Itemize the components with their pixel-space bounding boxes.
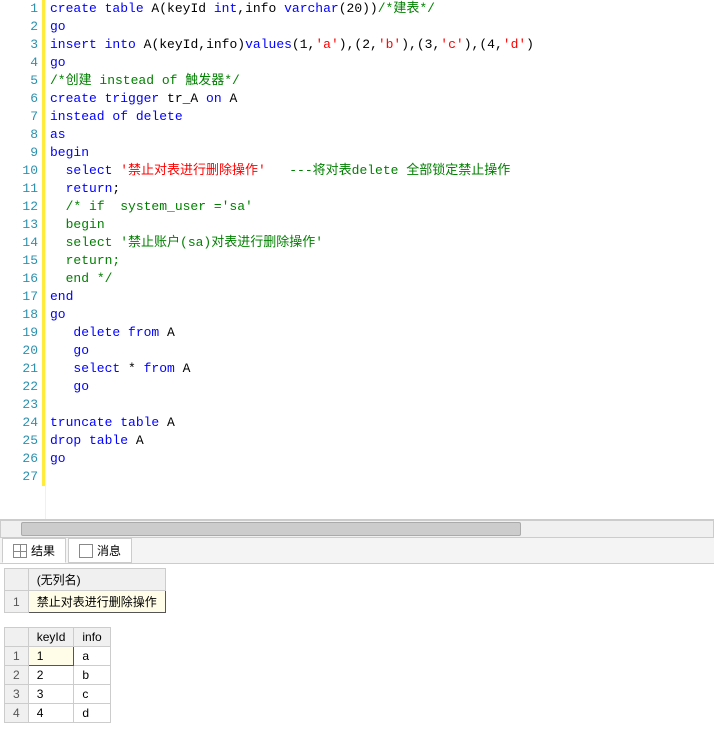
cell-info[interactable]: d (74, 704, 110, 723)
line-number: 19 (0, 324, 45, 342)
line-number: 14 (0, 234, 45, 252)
code-line[interactable] (50, 468, 714, 486)
line-number: 21 (0, 360, 45, 378)
line-number: 6 (0, 90, 45, 108)
row-header-blank (5, 628, 29, 647)
code-line[interactable]: end (50, 288, 714, 306)
code-line[interactable]: as (50, 126, 714, 144)
line-number: 13 (0, 216, 45, 234)
results-tabstrip: 结果 消息 (0, 538, 714, 564)
line-number: 7 (0, 108, 45, 126)
line-number: 3 (0, 36, 45, 54)
code-line[interactable]: truncate table A (50, 414, 714, 432)
result-grid-1[interactable]: (无列名) 1 禁止对表进行删除操作 (4, 568, 166, 613)
line-number-gutter: 1234567891011121314151617181920212223242… (0, 0, 46, 519)
col-header-keyid[interactable]: keyId (28, 628, 74, 647)
line-number: 18 (0, 306, 45, 324)
table-row[interactable]: 33c (5, 685, 111, 704)
cell-keyid[interactable]: 1 (28, 647, 74, 666)
cell-info[interactable]: c (74, 685, 110, 704)
line-number: 23 (0, 396, 45, 414)
code-line[interactable]: go (50, 54, 714, 72)
table-row[interactable]: 44d (5, 704, 111, 723)
code-line[interactable]: end */ (50, 270, 714, 288)
code-line[interactable]: /* if system_user ='sa' (50, 198, 714, 216)
line-number: 22 (0, 378, 45, 396)
code-line[interactable]: select '禁止对表进行删除操作' ---将对表delete 全部锁定禁止操… (50, 162, 714, 180)
line-number: 11 (0, 180, 45, 198)
code-line[interactable]: go (50, 342, 714, 360)
tab-results-label: 结果 (31, 542, 55, 559)
code-line[interactable]: select '禁止账户(sa)对表进行删除操作' (50, 234, 714, 252)
row-header[interactable]: 2 (5, 666, 29, 685)
line-number: 25 (0, 432, 45, 450)
row-header[interactable]: 4 (5, 704, 29, 723)
tab-messages-label: 消息 (97, 542, 121, 559)
horizontal-scrollbar[interactable] (0, 520, 714, 538)
code-line[interactable]: create table A(keyId int,info varchar(20… (50, 0, 714, 18)
col-header-info[interactable]: info (74, 628, 110, 647)
cell-keyid[interactable]: 2 (28, 666, 74, 685)
code-line[interactable]: return; (50, 180, 714, 198)
row-header[interactable]: 3 (5, 685, 29, 704)
line-number: 10 (0, 162, 45, 180)
code-line[interactable]: instead of delete (50, 108, 714, 126)
code-line[interactable]: go (50, 306, 714, 324)
code-line[interactable]: return; (50, 252, 714, 270)
code-line[interactable]: insert into A(keyId,info)values(1,'a'),(… (50, 36, 714, 54)
code-line[interactable]: begin (50, 216, 714, 234)
code-line[interactable]: delete from A (50, 324, 714, 342)
tab-messages[interactable]: 消息 (68, 538, 132, 563)
code-line[interactable] (50, 396, 714, 414)
line-number: 16 (0, 270, 45, 288)
results-pane: (无列名) 1 禁止对表进行删除操作 keyId info 11a22b33c4… (0, 564, 714, 741)
line-number: 24 (0, 414, 45, 432)
result-grid-2[interactable]: keyId info 11a22b33c44d (4, 627, 111, 723)
tab-results[interactable]: 结果 (2, 538, 66, 563)
code-line[interactable]: select * from A (50, 360, 714, 378)
row-header-1[interactable]: 1 (5, 591, 29, 613)
code-content[interactable]: create table A(keyId int,info varchar(20… (46, 0, 714, 519)
col-header-noname[interactable]: (无列名) (28, 569, 165, 591)
line-number: 1 (0, 0, 45, 18)
row-header[interactable]: 1 (5, 647, 29, 666)
code-line[interactable]: drop table A (50, 432, 714, 450)
table-row[interactable]: 11a (5, 647, 111, 666)
line-number: 4 (0, 54, 45, 72)
result1-cell[interactable]: 禁止对表进行删除操作 (28, 591, 165, 613)
line-number: 17 (0, 288, 45, 306)
row-header-blank (5, 569, 29, 591)
cell-keyid[interactable]: 3 (28, 685, 74, 704)
code-line[interactable]: begin (50, 144, 714, 162)
line-number: 5 (0, 72, 45, 90)
cell-info[interactable]: a (74, 647, 110, 666)
line-number: 20 (0, 342, 45, 360)
code-line[interactable]: go (50, 378, 714, 396)
grid-icon (13, 544, 27, 558)
line-number: 9 (0, 144, 45, 162)
code-line[interactable]: go (50, 18, 714, 36)
line-number: 12 (0, 198, 45, 216)
line-number: 8 (0, 126, 45, 144)
cell-keyid[interactable]: 4 (28, 704, 74, 723)
document-icon (79, 544, 93, 558)
line-number: 26 (0, 450, 45, 468)
scrollbar-thumb[interactable] (21, 522, 521, 536)
line-number: 2 (0, 18, 45, 36)
table-row[interactable]: 22b (5, 666, 111, 685)
code-line[interactable]: go (50, 450, 714, 468)
code-line[interactable]: /*创建 instead of 触发器*/ (50, 72, 714, 90)
cell-info[interactable]: b (74, 666, 110, 685)
code-line[interactable]: create trigger tr_A on A (50, 90, 714, 108)
sql-editor[interactable]: 1234567891011121314151617181920212223242… (0, 0, 714, 520)
line-number: 15 (0, 252, 45, 270)
line-number: 27 (0, 468, 45, 486)
